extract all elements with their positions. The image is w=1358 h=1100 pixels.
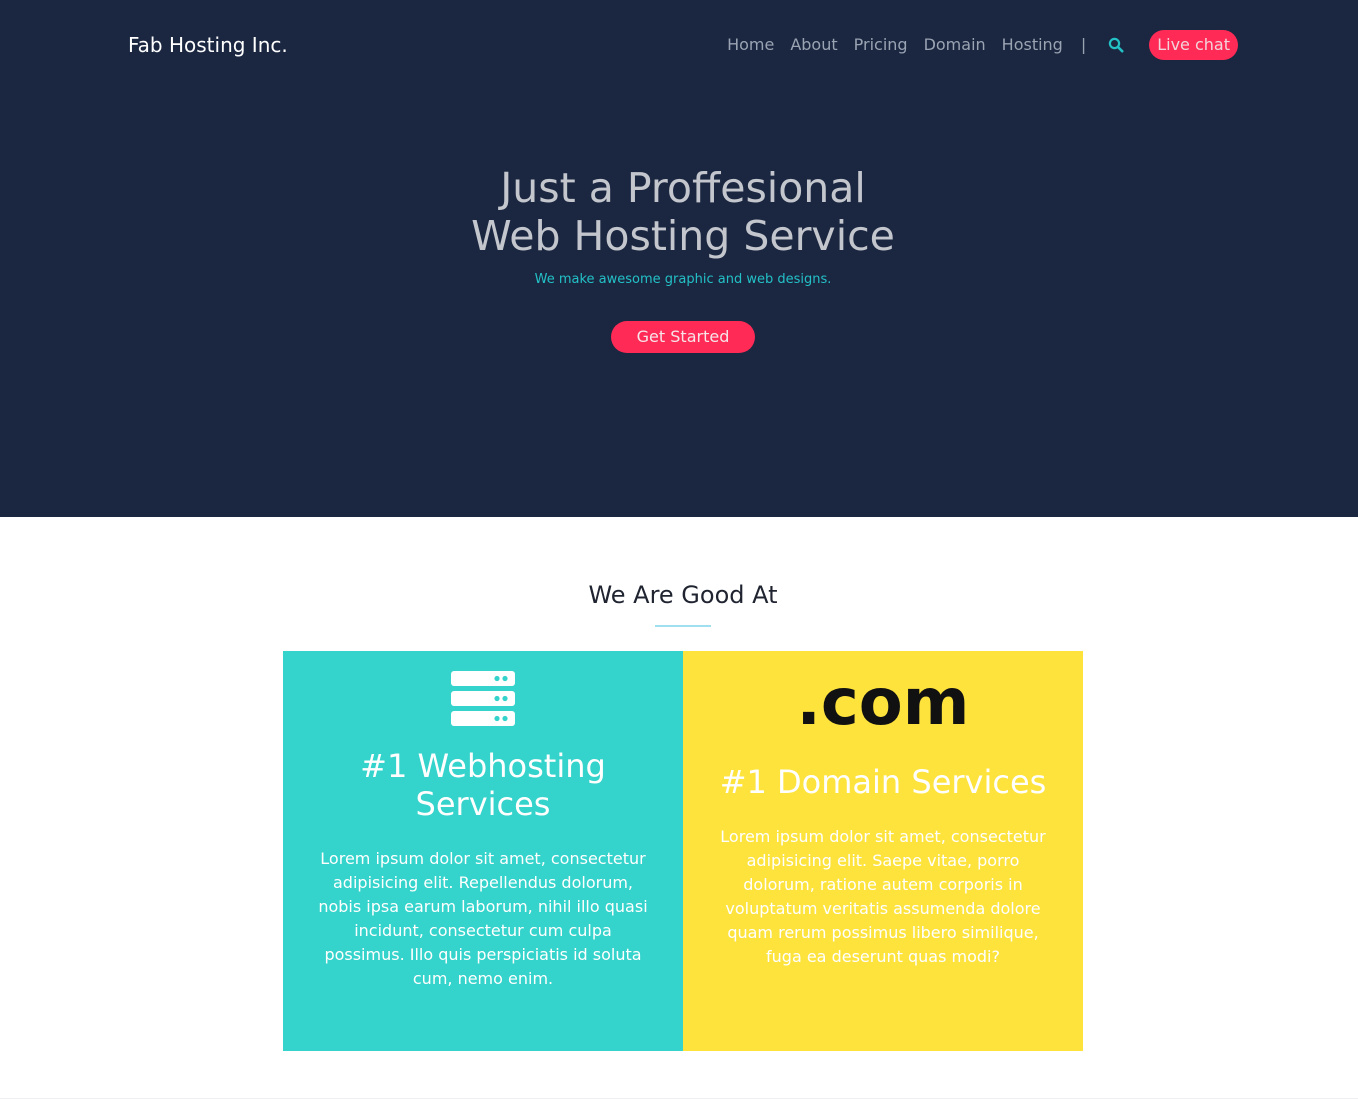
webhosting-description: Lorem ipsum dolor sit amet, consectetur … xyxy=(318,849,648,988)
hero-title-line-1: Just a Proffesional xyxy=(500,164,866,212)
nav-separator: | xyxy=(1080,35,1087,54)
domain-heading: #1 Domain Services xyxy=(719,763,1047,801)
hero-title: Just a Proffesional Web Hosting Service xyxy=(0,164,1358,260)
webhosting-heading-line-2: Services xyxy=(415,785,551,823)
domain-card: .com #1 Domain Services Lorem ipsum dolo… xyxy=(683,651,1083,1051)
hero-subtitle: We make awesome graphic and web designs. xyxy=(534,272,832,287)
services-title: We Are Good At xyxy=(588,581,778,609)
dotcom-icon: .com xyxy=(796,666,970,740)
domain-description: Lorem ipsum dolor sit amet, consectetur … xyxy=(720,827,1046,966)
search-icon[interactable] xyxy=(1108,30,1126,60)
nav-home[interactable]: Home xyxy=(727,30,774,60)
webhosting-heading: #1 Webhosting Services xyxy=(283,747,683,823)
get-started-button[interactable]: Get Started xyxy=(611,321,755,353)
section-divider xyxy=(0,1098,1358,1099)
hero-title-line-2: Web Hosting Service xyxy=(471,212,895,260)
nav-hosting[interactable]: Hosting xyxy=(1002,30,1063,60)
live-chat-button[interactable]: Live chat xyxy=(1149,30,1238,60)
brand-logo[interactable]: Fab Hosting Inc. xyxy=(128,31,288,59)
title-underline xyxy=(655,625,711,627)
nav-pricing[interactable]: Pricing xyxy=(854,30,908,60)
server-icon xyxy=(451,671,515,726)
nav-about[interactable]: About xyxy=(790,30,837,60)
webhosting-heading-line-1: #1 Webhosting xyxy=(360,747,606,785)
nav-domain[interactable]: Domain xyxy=(924,30,986,60)
hero-section: Fab Hosting Inc. Home About Pricing Doma… xyxy=(0,0,1358,517)
webhosting-card: #1 Webhosting Services Lorem ipsum dolor… xyxy=(283,651,683,1051)
main-nav: Home About Pricing Domain Hosting | Live… xyxy=(727,30,1238,60)
